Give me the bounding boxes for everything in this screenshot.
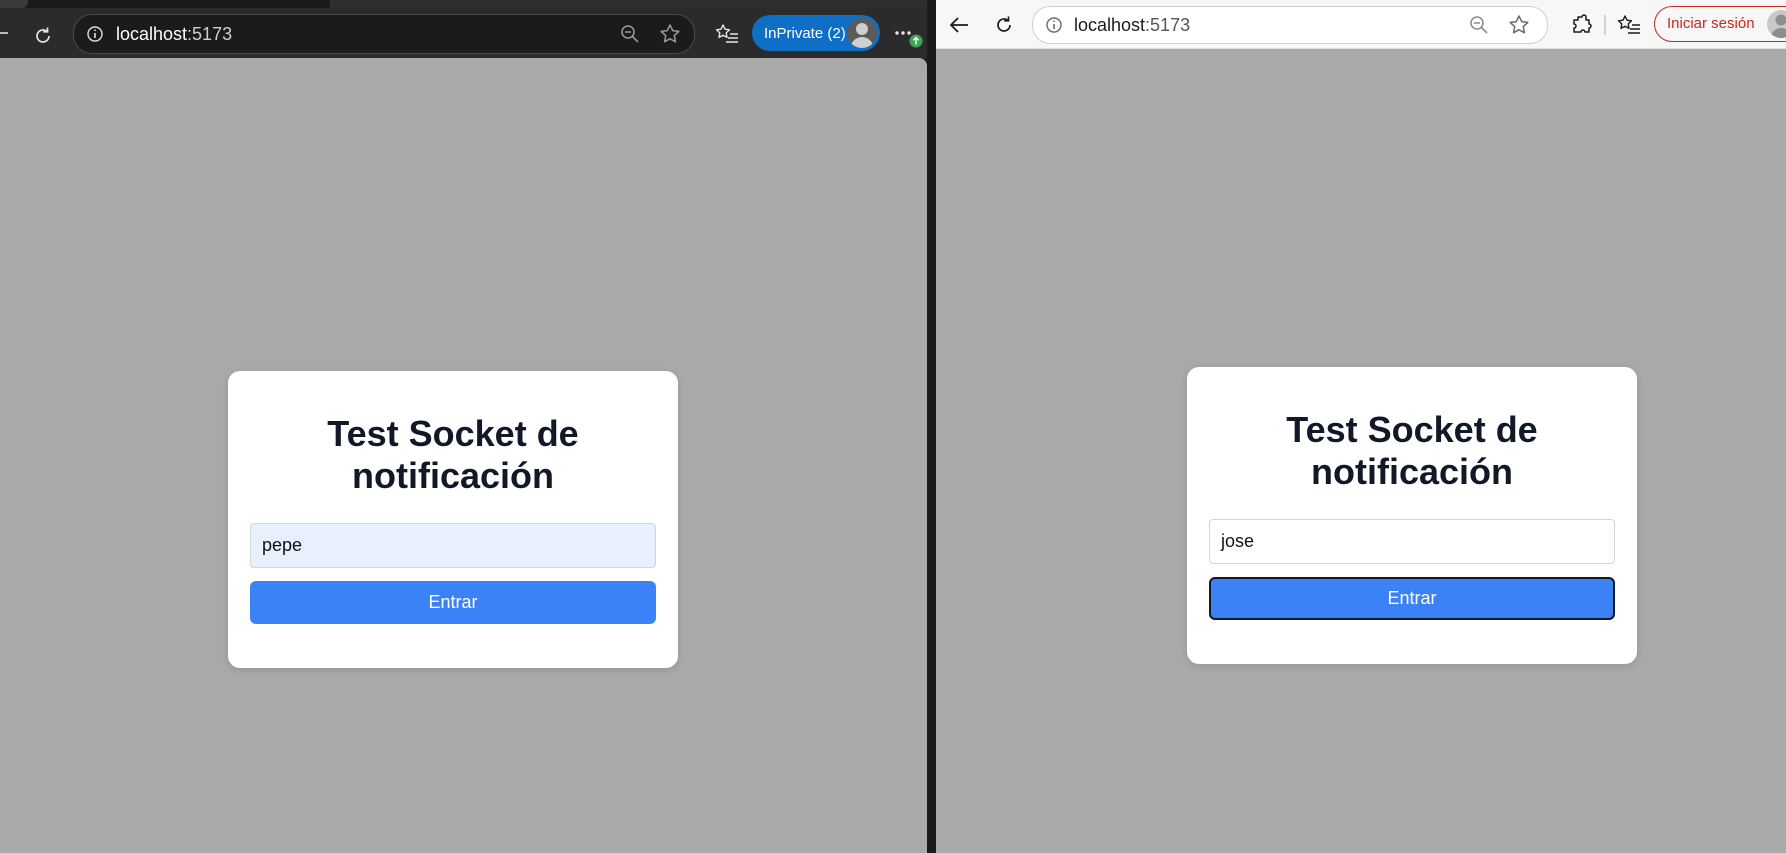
url-host: localhost bbox=[1074, 14, 1146, 35]
enter-button[interactable]: Entrar bbox=[1209, 577, 1615, 620]
username-value: pepe bbox=[262, 535, 303, 555]
address-bar[interactable]: localhost:5173 bbox=[1032, 6, 1548, 44]
extensions-icon[interactable] bbox=[1567, 11, 1595, 39]
url-text: localhost:5173 bbox=[1074, 7, 1190, 43]
url-host: localhost bbox=[116, 23, 188, 44]
title-line-2: notificación bbox=[351, 455, 554, 496]
username-value: jose bbox=[1221, 531, 1255, 551]
tab[interactable] bbox=[0, 0, 28, 8]
page-title: Test Socket de notificación bbox=[1187, 409, 1637, 493]
url-port: :5173 bbox=[1145, 14, 1191, 35]
page-title: Test Socket de notificación bbox=[228, 413, 678, 497]
tab-strip bbox=[0, 0, 927, 8]
login-card: Test Socket de notificación pepe Entrar bbox=[228, 371, 678, 668]
title-line-1: Test Socket de bbox=[1286, 409, 1538, 450]
address-bar[interactable]: localhost:5173 bbox=[73, 14, 695, 54]
divider-bar bbox=[1604, 15, 1606, 35]
site-info-icon[interactable] bbox=[84, 23, 106, 45]
login-card: Test Socket de notificación jose Entrar bbox=[1187, 367, 1637, 664]
favorite-star-icon[interactable] bbox=[658, 22, 682, 46]
favorites-icon[interactable] bbox=[714, 21, 740, 47]
favorites-icon[interactable] bbox=[1615, 11, 1643, 39]
enter-button[interactable]: Entrar bbox=[250, 581, 656, 624]
browser-window-inprivate: localhost:5173 InPrivate (2) Test Socke… bbox=[0, 0, 927, 853]
inprivate-label: InPrivate (2) bbox=[764, 24, 846, 42]
browser-window: localhost:5173 Iniciar sesión Test Sock… bbox=[936, 0, 1786, 853]
zoom-out-icon[interactable] bbox=[1468, 14, 1490, 36]
title-line-2: notificación bbox=[1310, 451, 1513, 492]
browser-toolbar: localhost:5173 Iniciar sesión bbox=[936, 0, 1786, 49]
tab[interactable] bbox=[330, 0, 927, 8]
avatar bbox=[1767, 10, 1786, 38]
zoom-out-icon[interactable] bbox=[619, 23, 641, 45]
update-badge-icon bbox=[908, 33, 924, 49]
browser-toolbar: localhost:5173 InPrivate (2) bbox=[0, 8, 927, 58]
inprivate-profile-button[interactable]: InPrivate (2) bbox=[752, 15, 880, 51]
back-icon[interactable] bbox=[944, 10, 974, 40]
sign-in-button[interactable]: Iniciar sesión bbox=[1654, 6, 1786, 42]
back-icon[interactable] bbox=[0, 25, 10, 41]
refresh-icon[interactable] bbox=[28, 21, 58, 51]
username-input[interactable]: pepe bbox=[250, 523, 656, 568]
username-input[interactable]: jose bbox=[1209, 519, 1615, 564]
window-divider bbox=[927, 0, 936, 853]
site-info-icon[interactable] bbox=[1043, 14, 1065, 36]
avatar bbox=[847, 18, 877, 48]
refresh-icon[interactable] bbox=[989, 10, 1019, 40]
favorite-star-icon[interactable] bbox=[1507, 13, 1531, 37]
page-viewport: Test Socket de notificación pepe Entrar bbox=[0, 58, 927, 853]
enter-button-label: Entrar bbox=[1387, 588, 1437, 608]
enter-button-label: Entrar bbox=[428, 592, 478, 612]
url-port: :5173 bbox=[187, 23, 233, 44]
title-line-1: Test Socket de bbox=[327, 413, 579, 454]
page-viewport: Test Socket de notificación jose Entrar bbox=[936, 49, 1786, 853]
url-text: localhost:5173 bbox=[116, 15, 232, 53]
sign-in-label: Iniciar sesión bbox=[1667, 15, 1755, 32]
